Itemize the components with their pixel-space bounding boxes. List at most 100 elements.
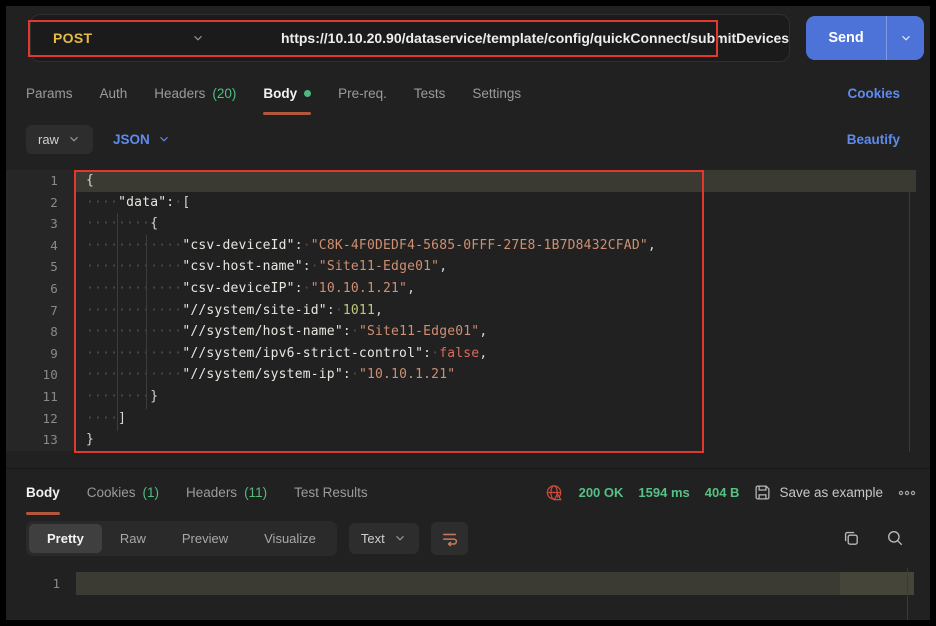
code-line[interactable]: 2····"data":·[ [6,192,930,214]
line-number: 2 [6,192,74,214]
save-icon [754,484,771,501]
response-tab-test-results[interactable]: Test Results [294,469,368,516]
line-content: } [74,429,916,451]
line-number: 1 [6,170,74,192]
chevron-down-icon [899,31,913,45]
response-status-cluster: 200 OK 1594 ms 404 B Save as example [545,483,916,502]
response-scrollbar-thumb[interactable] [840,572,914,595]
view-segmented-control: Pretty Raw Preview Visualize [26,521,337,556]
headers-count: (20) [212,86,236,101]
line-number: 3 [6,213,74,235]
response-view-toolbar: Pretty Raw Preview Visualize Text [6,516,930,560]
code-line[interactable]: 9············"//system/ipv6-strict-contr… [6,343,930,365]
code-line[interactable]: 6············"csv-deviceIP":·"10.10.1.21… [6,278,930,300]
line-number: 12 [6,408,74,430]
more-actions-button[interactable] [898,488,916,498]
view-visualize[interactable]: Visualize [246,524,334,553]
code-line[interactable]: 12····] [6,408,930,430]
tab-settings[interactable]: Settings [472,70,521,116]
line-number: 10 [6,364,74,386]
cookies-count: (1) [143,485,160,500]
line-number: 6 [6,278,74,300]
view-preview[interactable]: Preview [164,524,246,553]
response-size[interactable]: 404 B [705,485,740,500]
line-number: 4 [6,235,74,257]
request-url-row: POST https://10.10.20.90/dataservice/tem… [6,6,930,70]
response-tab-cookies[interactable]: Cookies(1) [87,469,159,516]
copy-icon [842,529,860,547]
response-format-dropdown[interactable]: Text [349,523,419,554]
url-input[interactable]: https://10.10.20.90/dataservice/template… [281,30,789,46]
tab-pre-request[interactable]: Pre-req. [338,70,387,116]
code-line[interactable]: 4············"csv-deviceId":·"C8K-4F0DED… [6,235,930,257]
response-scrollbar[interactable] [907,568,908,620]
line-content: ········} [74,386,916,408]
chevron-down-icon [67,132,81,146]
line-content: ············"csv-deviceId":·"C8K-4F0DEDF… [74,235,916,257]
code-line[interactable]: 1{ [6,170,930,192]
search-response-button[interactable] [886,529,904,547]
code-line[interactable]: 1 [6,572,930,595]
code-line[interactable]: 7············"//system/site-id":·1011, [6,300,930,322]
tab-headers[interactable]: Headers(20) [154,70,236,116]
chevron-down-icon [191,31,205,45]
code-line[interactable]: 10············"//system/system-ip":·"10.… [6,364,930,386]
ellipsis-icon [898,488,916,498]
line-content: ············"csv-deviceIP":·"10.10.1.21"… [74,278,916,300]
request-body-editor[interactable]: 1{2····"data":·[3········{4············"… [6,170,930,456]
status-code[interactable]: 200 OK [579,485,624,500]
line-number: 7 [6,300,74,322]
line-number: 11 [6,386,74,408]
indent-guide [146,235,147,409]
line-content: { [74,170,916,192]
method-dropdown[interactable]: POST [31,30,231,46]
indent-guide [117,213,118,431]
view-raw[interactable]: Raw [102,524,164,553]
line-content: ············"//system/ipv6-strict-contro… [74,343,916,365]
cookies-link[interactable]: Cookies [847,86,900,101]
line-number: 13 [6,429,74,451]
response-code-lines: 1 [6,572,930,595]
code-lines: 1{2····"data":·[3········{4············"… [6,170,930,451]
line-content: ············"//system/system-ip":·"10.10… [74,364,916,386]
code-line[interactable]: 11········} [6,386,930,408]
tab-auth[interactable]: Auth [100,70,128,116]
method-label: POST [53,30,92,46]
line-content: ····] [74,408,916,430]
language-dropdown[interactable]: JSON [113,132,171,147]
body-format-dropdown[interactable]: raw [26,125,93,154]
line-content [76,572,914,595]
code-line[interactable]: 13} [6,429,930,451]
response-tab-body[interactable]: Body [26,469,60,516]
send-button[interactable]: Send [806,16,924,60]
response-headers-count: (11) [244,485,267,500]
request-tabs: Params Auth Headers(20) Body Pre-req. Te… [6,70,930,116]
line-content: ····"data":·[ [74,192,916,214]
line-number: 8 [6,321,74,343]
beautify-link[interactable]: Beautify [847,132,900,147]
request-url-bar: POST https://10.10.20.90/dataservice/tem… [30,14,790,62]
code-line[interactable]: 8············"//system/host-name":·"Site… [6,321,930,343]
wrap-lines-button[interactable] [431,522,468,555]
response-body-editor[interactable]: 1 [6,560,930,620]
response-tab-headers[interactable]: Headers(11) [186,469,267,516]
tab-params[interactable]: Params [26,70,73,116]
tab-body[interactable]: Body [263,70,311,116]
search-icon [886,529,904,547]
code-line[interactable]: 5············"csv-host-name":·"Site11-Ed… [6,256,930,278]
line-content: ············"//system/host-name":·"Site1… [74,321,916,343]
save-as-example-button[interactable]: Save as example [754,484,883,501]
line-content: ············"//system/site-id":·1011, [74,300,916,322]
window-frame: POST https://10.10.20.90/dataservice/tem… [0,0,936,626]
send-options-button[interactable] [886,16,924,60]
editor-scrollbar[interactable] [909,170,910,452]
ssl-warning-globe-icon[interactable] [545,483,564,502]
body-type-toolbar: raw JSON Beautify [6,116,930,162]
code-line[interactable]: 3········{ [6,213,930,235]
send-label[interactable]: Send [806,16,886,60]
postman-app: POST https://10.10.20.90/dataservice/tem… [6,6,930,620]
view-pretty[interactable]: Pretty [29,524,102,553]
tab-tests[interactable]: Tests [414,70,446,116]
response-time[interactable]: 1594 ms [638,485,689,500]
copy-response-button[interactable] [842,529,860,547]
